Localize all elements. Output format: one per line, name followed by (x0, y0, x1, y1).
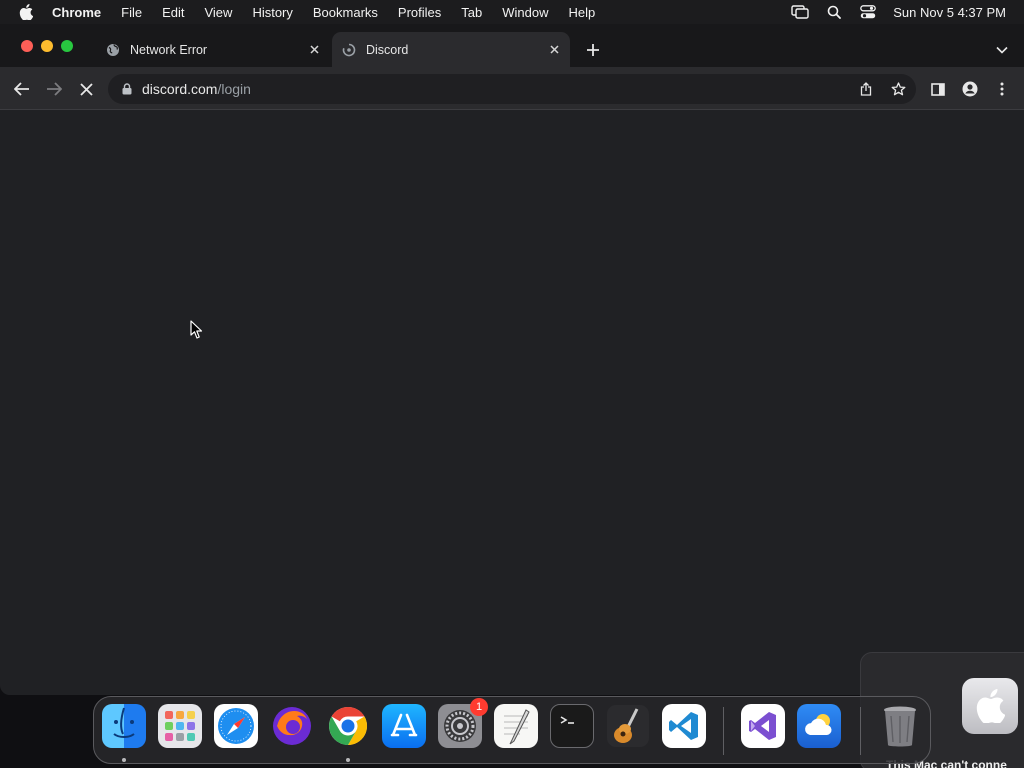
lock-icon[interactable] (120, 82, 134, 96)
tab-close-icon[interactable] (306, 42, 322, 58)
more-menu-icon[interactable] (991, 78, 1013, 100)
menu-profiles[interactable]: Profiles (388, 5, 451, 20)
tab-title: Network Error (130, 42, 208, 57)
tab-network-error[interactable]: Network Error (96, 32, 330, 67)
bookmark-star-icon[interactable] (890, 81, 906, 97)
window-minimize-button[interactable] (41, 40, 53, 52)
browser-window: Network Error Discord discord.com/login (0, 24, 1024, 695)
back-arrow-icon[interactable] (11, 78, 33, 100)
tab-title: Discord (366, 42, 409, 57)
tab-close-icon[interactable] (546, 42, 562, 58)
menu-edit[interactable]: Edit (152, 5, 194, 20)
google-chrome-icon[interactable] (326, 704, 370, 748)
url-host: discord.com (142, 81, 218, 97)
tab-strip: Network Error Discord (0, 24, 1024, 67)
window-zoom-button[interactable] (61, 40, 73, 52)
screen-mirroring-icon[interactable] (790, 4, 810, 20)
menu-tab[interactable]: Tab (451, 5, 492, 20)
url-text: discord.com/login (142, 81, 251, 97)
terminal-icon[interactable] (550, 704, 594, 748)
menu-bar: Chrome File Edit View History Bookmarks … (0, 0, 1024, 24)
globe-icon (105, 42, 121, 58)
dock-separator (723, 707, 724, 755)
menu-history[interactable]: History (242, 5, 302, 20)
control-center-icon[interactable] (858, 4, 878, 20)
side-panel-icon[interactable] (927, 78, 949, 100)
firefox-icon[interactable] (270, 704, 314, 748)
mouse-cursor-icon (190, 320, 203, 339)
loading-spinner-icon (341, 42, 357, 58)
share-icon[interactable] (858, 81, 874, 97)
visual-studio-code-icon[interactable] (662, 704, 706, 748)
stop-loading-icon[interactable] (75, 78, 97, 100)
weather-icon[interactable] (797, 704, 841, 748)
url-path: /login (217, 81, 251, 97)
settings-notification-badge: 1 (470, 698, 488, 716)
textedit-icon[interactable] (494, 704, 538, 748)
menu-file[interactable]: File (111, 5, 152, 20)
menu-clock[interactable]: Sun Nov 5 4:37 PM (893, 5, 1006, 20)
dock: 1 (93, 696, 931, 764)
system-settings-icon[interactable]: 1 (438, 698, 488, 748)
menu-bookmarks[interactable]: Bookmarks (303, 5, 388, 20)
browser-toolbar: discord.com/login (0, 67, 1024, 110)
garageband-icon[interactable] (606, 704, 650, 748)
visual-studio-icon[interactable] (741, 704, 785, 748)
new-tab-plus-icon[interactable] (584, 41, 602, 59)
apple-menu-icon[interactable] (18, 4, 34, 20)
trash-icon[interactable] (878, 704, 922, 748)
tab-search-chevron-icon[interactable] (994, 42, 1010, 58)
address-bar[interactable]: discord.com/login (108, 74, 916, 104)
launchpad-icon[interactable] (158, 704, 202, 748)
menu-view[interactable]: View (194, 5, 242, 20)
finder-icon[interactable] (102, 704, 146, 748)
menu-window[interactable]: Window (492, 5, 558, 20)
safari-icon[interactable] (214, 704, 258, 748)
page-content[interactable] (0, 110, 1024, 695)
apple-logo-icon (962, 678, 1018, 734)
forward-arrow-icon[interactable] (43, 78, 65, 100)
menu-help[interactable]: Help (559, 5, 606, 20)
menu-app-name[interactable]: Chrome (52, 5, 111, 20)
spotlight-search-icon[interactable] (824, 4, 844, 20)
dock-separator (860, 707, 861, 755)
window-close-button[interactable] (21, 40, 33, 52)
app-store-icon[interactable] (382, 704, 426, 748)
finder-running-indicator (122, 758, 126, 762)
chrome-running-indicator (346, 758, 350, 762)
tab-discord[interactable]: Discord (332, 32, 570, 67)
profile-avatar-icon[interactable] (959, 78, 981, 100)
